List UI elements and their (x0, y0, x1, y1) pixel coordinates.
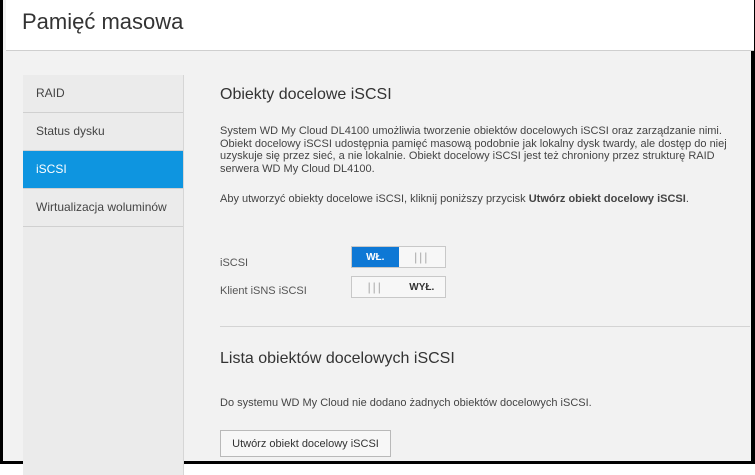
sidebar-item-disk-status[interactable]: Status dysku (23, 113, 183, 151)
app-frame: Pamięć masowa RAID Status dysku iSCSI Wi… (0, 0, 755, 475)
toggle-grip-icon: ||| (414, 250, 430, 264)
toggle-grip-icon: ||| (367, 280, 383, 294)
iscsi-toggle-on[interactable]: WŁ. (352, 247, 399, 267)
sidebar: RAID Status dysku iSCSI Wirtualizacja wo… (23, 75, 184, 475)
create-iscsi-target-button[interactable]: Utwórz obiekt docelowy iSCSI (220, 430, 391, 457)
list-section-title: Lista obiektów docelowych iSCSI (220, 350, 455, 367)
sidebar-item-raid[interactable]: RAID (23, 75, 183, 113)
isns-client-toggle[interactable]: ||| WYŁ. (351, 276, 446, 298)
iscsi-toggle[interactable]: WŁ. ||| (351, 246, 446, 268)
section-divider (220, 326, 750, 327)
instruction-bold-text: Utwórz obiekt docelowy iSCSI (528, 193, 686, 205)
targets-instruction: Aby utworzyć obiekty docelowe iSCSI, kli… (220, 193, 750, 206)
isns-client-label: Klient iSNS iSCSI (220, 285, 307, 297)
page-title: Pamięć masowa (22, 9, 184, 34)
targets-description: System WD My Cloud DL4100 umożliwia twor… (220, 125, 727, 175)
instruction-suffix: . (685, 193, 689, 205)
isns-client-toggle-off[interactable]: WYŁ. (399, 277, 446, 297)
sidebar-item-iscsi[interactable]: iSCSI (23, 151, 183, 189)
targets-section-title: Obiekty docelowe iSCSI (220, 86, 392, 103)
iscsi-label: iSCSI (220, 257, 249, 269)
sidebar-item-volume-virtualization[interactable]: Wirtualizacja woluminów (23, 189, 183, 227)
list-empty-text: Do systemu WD My Cloud nie dodano żadnyc… (220, 397, 592, 409)
instruction-text: Aby utworzyć obiekty docelowe iSCSI, kli… (220, 193, 529, 205)
page-header: Pamięć masowa (6, 0, 754, 51)
